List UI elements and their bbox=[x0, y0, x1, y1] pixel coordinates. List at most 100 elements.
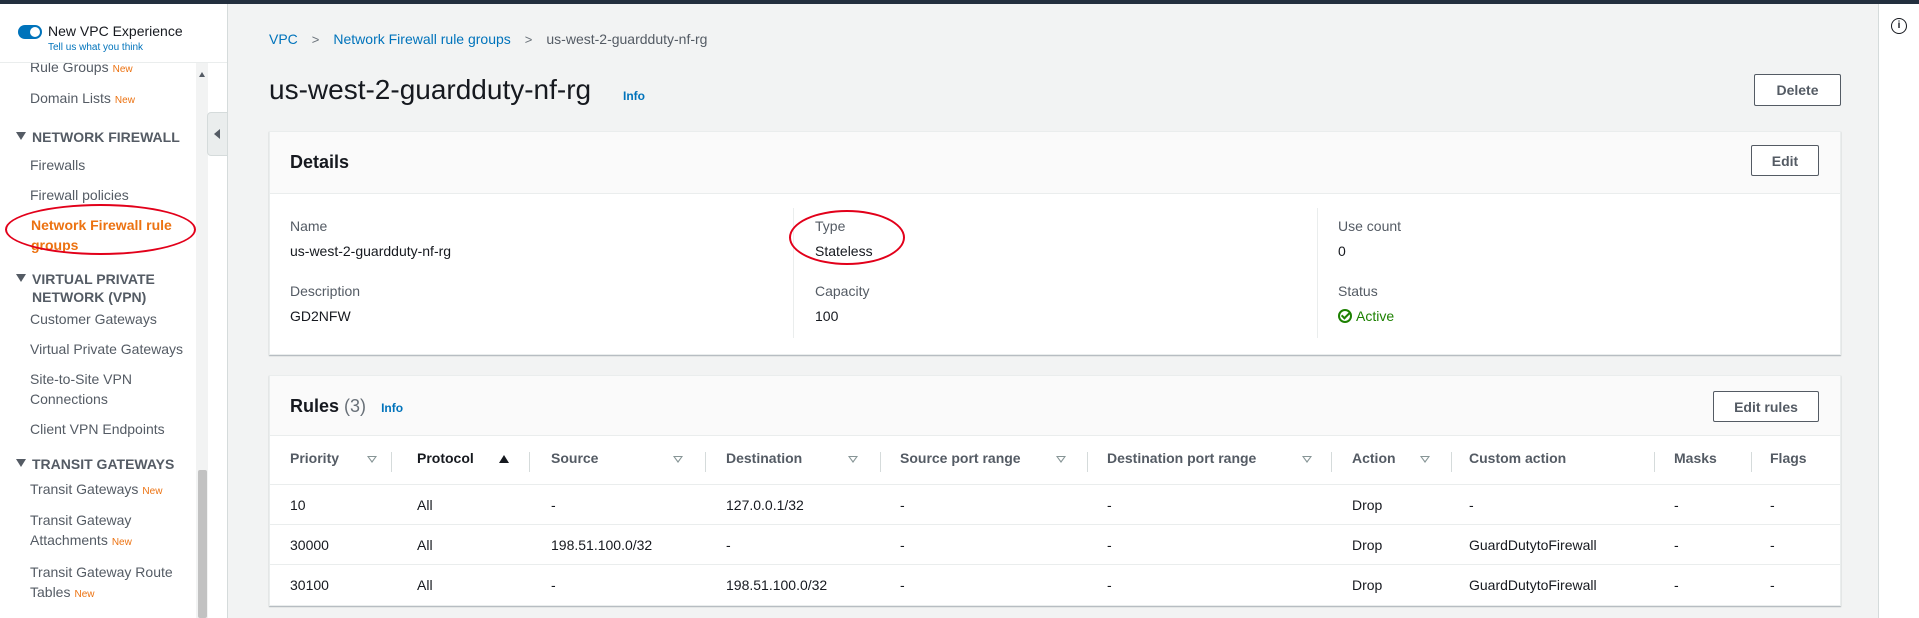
cell-masks: - bbox=[1674, 537, 1679, 553]
sidebar-item-label: Network Firewall rule groups bbox=[31, 217, 172, 253]
expand-triangle-icon bbox=[16, 274, 26, 282]
rules-header: Rules (3) Info Edit rules bbox=[270, 376, 1840, 436]
sidebar-item-label: Firewalls bbox=[30, 157, 86, 173]
section-vpn[interactable]: VIRTUAL PRIVATE NETWORK (VPN) bbox=[16, 270, 196, 306]
name-value: us-west-2-guardduty-nf-rg bbox=[290, 243, 452, 259]
section-label: VIRTUAL PRIVATE NETWORK (VPN) bbox=[32, 271, 155, 305]
sort-icon[interactable] bbox=[1420, 456, 1430, 463]
top-bar bbox=[0, 0, 1919, 4]
column-header-destination-port-range[interactable]: Destination port range bbox=[1107, 450, 1256, 466]
cell-custom-action: - bbox=[1469, 497, 1474, 513]
row-divider bbox=[270, 524, 1840, 525]
section-transit-gateways[interactable]: TRANSIT GATEWAYS bbox=[16, 455, 206, 473]
breadcrumb-separator-icon: > bbox=[524, 32, 533, 47]
sidebar-item-label: Customer Gateways bbox=[30, 311, 157, 327]
sidebar-item-label: Firewall policies bbox=[30, 187, 129, 203]
sidebar-scrollbar-thumb[interactable] bbox=[198, 470, 207, 618]
page-info-link[interactable]: Info bbox=[623, 89, 645, 103]
column-divider bbox=[1451, 452, 1452, 472]
section-network-firewall[interactable]: NETWORK FIREWALL bbox=[16, 128, 206, 146]
section-label: NETWORK FIREWALL bbox=[32, 129, 180, 145]
cell-source-port-range: - bbox=[900, 537, 905, 553]
new-badge: New bbox=[74, 589, 95, 600]
column-header-priority[interactable]: Priority bbox=[290, 450, 339, 466]
sidebar-item-transit-gateways[interactable]: Transit Gateways New bbox=[30, 479, 200, 502]
rules-title-text: Rules bbox=[290, 396, 340, 416]
sidebar-item-customer-gateways[interactable]: Customer Gateways bbox=[30, 309, 200, 329]
column-header-flags[interactable]: Flags bbox=[1770, 450, 1807, 466]
sort-ascending-icon[interactable] bbox=[499, 455, 509, 463]
column-header-destination[interactable]: Destination bbox=[726, 450, 802, 466]
breadcrumb-vpc-link[interactable]: VPC bbox=[269, 31, 298, 47]
scroll-up-arrow-icon[interactable] bbox=[199, 72, 205, 77]
capacity-label: Capacity bbox=[815, 283, 870, 299]
description-label: Description bbox=[290, 283, 361, 299]
sidebar-item-firewall-policies[interactable]: Firewall policies bbox=[30, 185, 200, 205]
sidebar-item-label: Site-to-Site VPN Connections bbox=[30, 371, 132, 407]
column-divider bbox=[880, 452, 881, 472]
sort-icon[interactable] bbox=[848, 456, 858, 463]
cell-source: 198.51.100.0/32 bbox=[551, 537, 653, 553]
column-header-source-port-range[interactable]: Source port range bbox=[900, 450, 1021, 466]
sort-icon[interactable] bbox=[367, 456, 377, 463]
section-label: TRANSIT GATEWAYS bbox=[32, 456, 175, 472]
info-icon[interactable]: i bbox=[1891, 18, 1907, 34]
delete-button[interactable]: Delete bbox=[1754, 74, 1841, 106]
status-label: Status bbox=[1338, 283, 1378, 299]
status-value: Active bbox=[1338, 308, 1394, 324]
sidebar-item-domain-lists[interactable]: Domain Lists New bbox=[30, 88, 200, 111]
column-header-masks[interactable]: Masks bbox=[1674, 450, 1717, 466]
sidebar-item-virtual-private-gateways[interactable]: Virtual Private Gateways bbox=[30, 339, 200, 359]
new-experience-toggle[interactable] bbox=[18, 25, 42, 39]
sidebar-item-label: Rule Groups bbox=[30, 63, 109, 75]
sort-icon[interactable] bbox=[1302, 456, 1312, 463]
breadcrumb-separator-icon: > bbox=[311, 32, 320, 47]
collapse-sidebar-button[interactable] bbox=[207, 112, 228, 156]
cell-source-port-range: - bbox=[900, 497, 905, 513]
breadcrumb-current: us-west-2-guardduty-nf-rg bbox=[546, 31, 708, 47]
new-experience-label: New VPC Experience bbox=[48, 23, 183, 39]
sort-icon[interactable] bbox=[673, 456, 683, 463]
column-divider bbox=[793, 208, 794, 338]
column-divider bbox=[1654, 452, 1655, 472]
column-header-protocol[interactable]: Protocol bbox=[417, 450, 474, 466]
cell-priority: 30100 bbox=[290, 577, 329, 593]
column-header-custom-action[interactable]: Custom action bbox=[1469, 450, 1566, 466]
sidebar-item-site-to-site-vpn[interactable]: Site-to-Site VPN Connections bbox=[30, 369, 160, 409]
details-header: Details Edit bbox=[270, 132, 1840, 194]
rules-panel: Rules (3) Info Edit rules bbox=[269, 375, 1841, 606]
cell-source-port-range: - bbox=[900, 577, 905, 593]
sidebar-item-label: Virtual Private Gateways bbox=[30, 341, 184, 357]
new-badge: New bbox=[112, 64, 133, 75]
sidebar-item-client-vpn-endpoints[interactable]: Client VPN Endpoints bbox=[30, 419, 200, 439]
description-value: GD2NFW bbox=[290, 308, 351, 324]
sort-icon[interactable] bbox=[1056, 456, 1066, 463]
sidebar-item-transit-gateway-route-tables[interactable]: Transit Gateway Route Tables New bbox=[30, 562, 180, 605]
sidebar-item-network-firewall-rule-groups[interactable]: Network Firewall rule groups bbox=[31, 215, 181, 255]
cell-flags: - bbox=[1770, 537, 1775, 553]
sidebar-item-firewalls[interactable]: Firewalls bbox=[30, 155, 200, 175]
use-count-value: 0 bbox=[1338, 243, 1346, 259]
cell-destination-port-range: - bbox=[1107, 537, 1112, 553]
name-label: Name bbox=[290, 218, 328, 234]
rules-info-link[interactable]: Info bbox=[381, 401, 403, 415]
column-header-source[interactable]: Source bbox=[551, 450, 598, 466]
cell-source: - bbox=[551, 577, 556, 593]
cell-masks: - bbox=[1674, 577, 1679, 593]
sidebar-item-transit-gateway-attachments[interactable]: Transit Gateway Attachments New bbox=[30, 510, 160, 553]
feedback-link[interactable]: Tell us what you think bbox=[48, 42, 143, 53]
cell-priority: 30000 bbox=[290, 537, 329, 553]
column-divider bbox=[1751, 452, 1752, 472]
breadcrumb-rule-groups-link[interactable]: Network Firewall rule groups bbox=[333, 31, 510, 47]
cell-destination: 127.0.0.1/32 bbox=[726, 497, 804, 513]
edit-button[interactable]: Edit bbox=[1751, 145, 1819, 176]
column-divider bbox=[1331, 452, 1332, 472]
expand-triangle-icon bbox=[16, 459, 26, 467]
edit-rules-button[interactable]: Edit rules bbox=[1713, 391, 1819, 422]
details-panel: Details Edit Name us-west-2-guardduty-nf… bbox=[269, 131, 1841, 355]
cell-masks: - bbox=[1674, 497, 1679, 513]
sidebar-item-rule-groups[interactable]: Rule Groups New bbox=[30, 63, 200, 80]
page-title: us-west-2-guardduty-nf-rg bbox=[269, 74, 592, 105]
column-header-action[interactable]: Action bbox=[1352, 450, 1396, 466]
cell-priority: 10 bbox=[290, 497, 306, 513]
